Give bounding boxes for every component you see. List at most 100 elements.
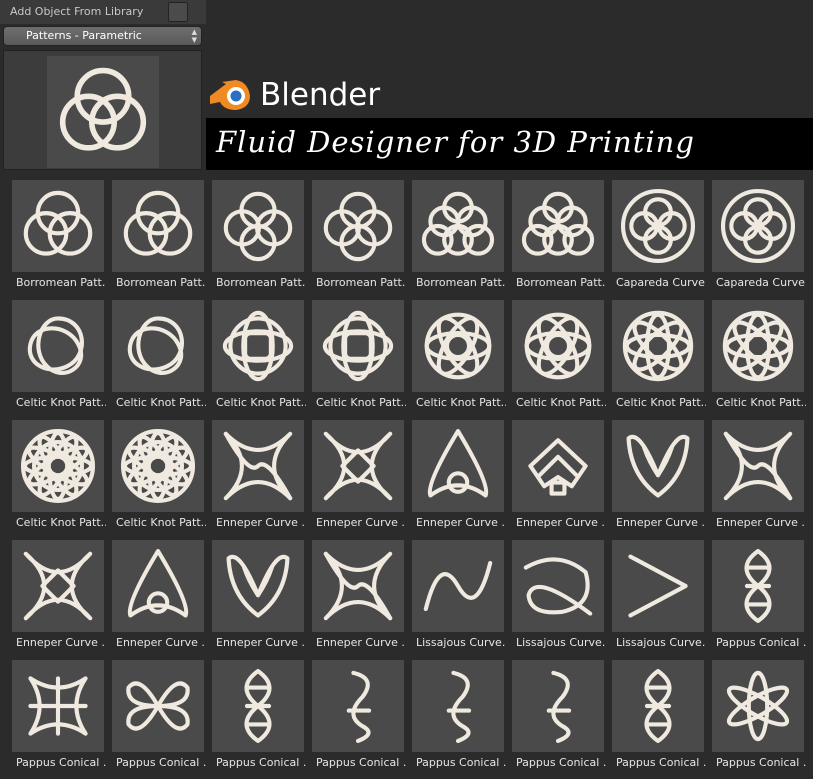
library-item-label: Enneper Curve ...: [116, 636, 206, 649]
borromean-pattern-icon: [123, 190, 193, 256]
blender-banner: Blender: [206, 70, 813, 116]
library-item[interactable]: Enneper Curve ...: [200, 413, 306, 533]
library-item-thumbnail: [12, 300, 104, 392]
library-item[interactable]: Enneper Curve ...: [200, 533, 306, 653]
library-item[interactable]: Enneper Curve ...: [300, 413, 406, 533]
library-item-label: Celtic Knot Patt...: [416, 396, 506, 409]
library-item-label: Celtic Knot Patt...: [216, 396, 306, 409]
library-item-thumbnail: [412, 660, 504, 752]
library-item[interactable]: Pappus Conical ...: [700, 533, 806, 653]
library-item-label: Lissajous Curve...: [416, 636, 506, 649]
library-item-thumbnail: [512, 300, 604, 392]
capareda-pattern-icon: [720, 188, 796, 264]
celtic8-pattern-icon: [722, 310, 794, 382]
library-item-label: Pappus Conical ...: [516, 756, 606, 769]
library-item[interactable]: Celtic Knot Patt...: [400, 293, 506, 413]
library-item-label: Borromean Patt...: [116, 276, 206, 289]
library-item-thumbnail: [112, 420, 204, 512]
library-item-label: Enneper Curve ...: [516, 516, 606, 529]
library-item[interactable]: Pappus Conical ...: [500, 653, 606, 773]
library-item[interactable]: Enneper Curve ...: [500, 413, 606, 533]
library-item-label: Pappus Conical ...: [716, 756, 806, 769]
library-dropdown[interactable]: Patterns - Parametric ▲ ▼: [3, 26, 202, 46]
library-item-thumbnail: [412, 300, 504, 392]
borromean4-pattern-icon: [223, 191, 293, 262]
butterfly-pattern-icon: [226, 554, 290, 618]
pappus-s-pattern-icon: [346, 670, 372, 744]
library-item-label: Enneper Curve ...: [316, 636, 406, 649]
library-item[interactable]: Celtic Knot Patt...: [100, 293, 206, 413]
library-item[interactable]: Lissajous Curve...: [400, 533, 506, 653]
pappus-helix-pattern-icon: [644, 668, 672, 744]
library-item[interactable]: Borromean Patt...: [400, 173, 506, 293]
library-item[interactable]: Celtic Knot Patt...: [100, 413, 206, 533]
library-item[interactable]: Capareda Curve...: [600, 173, 706, 293]
library-item-thumbnail: [212, 540, 304, 632]
library-item-thumbnail: [712, 180, 804, 272]
celtic4-pattern-icon: [222, 310, 294, 382]
library-item[interactable]: Borromean Patt...: [100, 173, 206, 293]
panel-options-button[interactable]: [168, 2, 188, 22]
title-banner: Fluid Designer for 3D Printing: [206, 118, 813, 170]
library-item[interactable]: Pappus Conical ...: [200, 653, 306, 773]
dropdown-arrows-icon: ▲ ▼: [191, 28, 197, 44]
library-item[interactable]: Pappus Conical ...: [600, 653, 706, 773]
library-item[interactable]: Enneper Curve ...: [300, 533, 406, 653]
library-item-thumbnail: [312, 660, 404, 752]
library-item[interactable]: Pappus Conical ...: [0, 653, 106, 773]
library-item[interactable]: Pappus Conical ...: [700, 653, 806, 773]
library-item-label: Pappus Conical ...: [316, 756, 406, 769]
library-item[interactable]: Celtic Knot Patt...: [500, 293, 606, 413]
library-item[interactable]: Borromean Patt...: [0, 173, 106, 293]
library-item[interactable]: Celtic Knot Patt...: [0, 413, 106, 533]
library-item-label: Celtic Knot Patt...: [16, 396, 106, 409]
library-item-label: Borromean Patt...: [216, 276, 306, 289]
library-item[interactable]: Pappus Conical ...: [400, 653, 506, 773]
library-item[interactable]: Borromean Patt...: [500, 173, 606, 293]
library-item[interactable]: Lissajous Curve...: [500, 533, 606, 653]
pappus-helix-pattern-icon: [244, 668, 272, 744]
library-item-thumbnail: [612, 420, 704, 512]
library-item[interactable]: Celtic Knot Patt...: [0, 293, 106, 413]
library-item-thumbnail: [412, 540, 504, 632]
library-item-thumbnail: [612, 300, 704, 392]
library-item[interactable]: Capareda Curve...: [700, 173, 806, 293]
library-item[interactable]: Celtic Knot Patt...: [300, 293, 406, 413]
library-item-thumbnail: [312, 180, 404, 272]
library-item[interactable]: Borromean Patt...: [200, 173, 306, 293]
enneper4-pattern-icon: [223, 431, 293, 501]
library-item-label: Enneper Curve ...: [616, 516, 706, 529]
library-item[interactable]: Pappus Conical ...: [100, 653, 206, 773]
library-grid: Borromean Patt... Borromean Patt... Borr…: [0, 173, 813, 779]
celtic8-pattern-icon: [622, 310, 694, 382]
library-item-thumbnail: [212, 420, 304, 512]
library-item[interactable]: Pappus Conical ...: [300, 653, 406, 773]
pappus-wide-pattern-icon: [28, 676, 88, 736]
library-item-label: Borromean Patt...: [416, 276, 506, 289]
borromean6-pattern-icon: [521, 191, 595, 256]
enneper2-pattern-icon: [528, 438, 588, 496]
library-item[interactable]: Celtic Knot Patt...: [700, 293, 806, 413]
library-item[interactable]: Enneper Curve ...: [0, 533, 106, 653]
library-item-label: Enneper Curve ...: [216, 516, 306, 529]
library-item[interactable]: Enneper Curve ...: [700, 413, 806, 533]
library-item[interactable]: Enneper Curve ...: [100, 533, 206, 653]
selected-object-preview[interactable]: [3, 50, 202, 170]
library-item-thumbnail: [12, 180, 104, 272]
preview-thumbnail: [47, 56, 159, 168]
enneper3-pattern-icon: [427, 428, 489, 498]
library-item[interactable]: Celtic Knot Patt...: [200, 293, 306, 413]
library-item[interactable]: Borromean Patt...: [300, 173, 406, 293]
library-item[interactable]: Lissajous Curve...: [600, 533, 706, 653]
borromean6-pattern-icon: [421, 191, 495, 256]
library-item-label: Celtic Knot Patt...: [116, 396, 206, 409]
library-item[interactable]: Enneper Curve ...: [600, 413, 706, 533]
celtic4-pattern-icon: [322, 310, 394, 382]
library-item-label: Celtic Knot Patt...: [616, 396, 706, 409]
library-item-label: Pappus Conical ...: [116, 756, 206, 769]
library-item-thumbnail: [312, 420, 404, 512]
library-item[interactable]: Enneper Curve ...: [400, 413, 506, 533]
library-item-thumbnail: [712, 540, 804, 632]
enneper4b-pattern-icon: [323, 431, 393, 501]
library-item[interactable]: Celtic Knot Patt...: [600, 293, 706, 413]
